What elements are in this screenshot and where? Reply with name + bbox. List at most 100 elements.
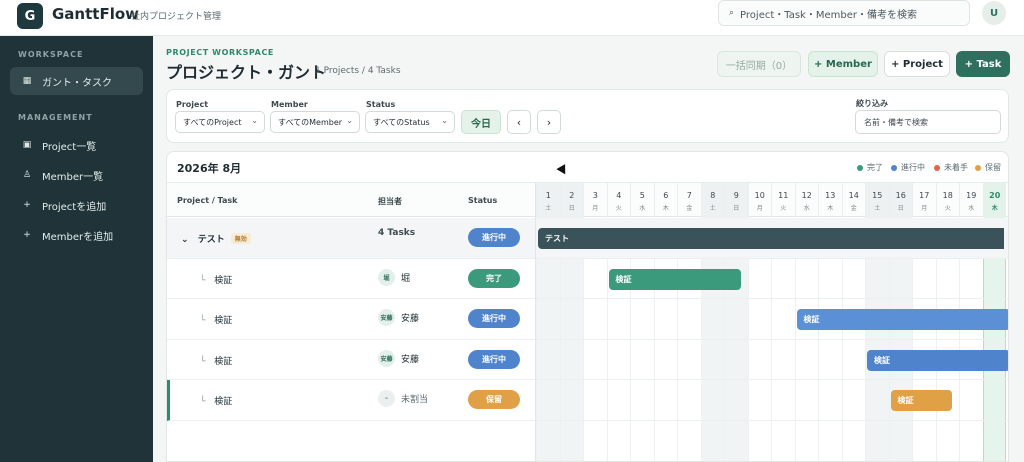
sidebar-item-project-list[interactable]: ▣ Project一覧 [10,131,143,159]
day-weekday: 月 [756,205,763,212]
row-title: 検証 [214,397,233,407]
sidebar-item-add-project[interactable]: + Projectを追加 [10,191,143,219]
day-header-2: 2日 [559,183,583,218]
sidebar-item-member-list[interactable]: ♙ Member一覧 [10,161,143,189]
row-name-cell: └ 検証 [200,313,232,326]
legend-on-hold: 保留 [975,162,1001,173]
day-number: 3 [592,191,598,200]
task-row[interactable]: └ 検証 堀堀 完了 [167,259,1008,299]
day-weekday: 月 [921,205,928,212]
assignee-name: 堀 [401,273,411,284]
table-divider [535,182,536,461]
add-project-button[interactable]: + Project [884,51,950,77]
day-header-14: 14 金 [841,183,866,218]
row-title: テスト [197,235,225,245]
status-pill[interactable]: 完了 [468,268,520,288]
dot-icon [934,164,940,171]
day-number: 9 [733,191,739,200]
subtask-branch-icon: └ [200,275,209,286]
day-weekday: 日 [897,205,904,212]
gantt-bar[interactable]: 検証 [796,309,1008,330]
day-weekday: 日 [733,205,740,212]
assignee-name: 安藤 [401,354,420,365]
legend-in-progress: 進行中 [891,162,925,173]
dot-icon [891,164,897,171]
status-badge: 無効 [230,233,251,244]
user-avatar[interactable]: U [982,1,1006,25]
day-weekday: 金 [686,205,693,212]
day-header-17: 17 月 [912,183,936,218]
sidebar-item-label: Memberを追加 [42,231,114,243]
day-number: 8 [710,191,716,200]
avatar: 安藤 [378,309,395,326]
row-name-cell: ⌄ テスト 無効 [181,232,251,245]
day-header-18: 18 火 [935,183,960,218]
day-number: 18 [942,191,953,200]
day-weekday: 火 [615,205,622,212]
day-weekday: 水 [968,205,975,212]
task-row[interactable]: └ 検証 – 未割当 保留 [167,380,1008,421]
status-pill[interactable]: 進行中 [468,349,520,369]
dot-icon [975,164,981,171]
day-weekday: 火 [944,205,951,212]
assignee-cell: – 未割当 [378,390,428,407]
sidebar-section-workspace: WORKSPACE [18,50,84,59]
bulk-sync-button[interactable]: 一括同期（0） [717,51,801,77]
day-weekday: 土 [545,205,552,212]
status-filter-label: Status [366,100,396,109]
next-period-button[interactable]: › [537,110,561,134]
day-header-16: 16 日 [888,183,912,218]
day-header-9: 9日 [724,183,748,218]
member-filter-value: すべてのMember [278,117,343,127]
status-pill[interactable]: 保留 [468,390,520,409]
global-search-input[interactable]: ⌕ Project・Task・Member・備考を検索 [718,0,970,26]
add-task-button[interactable]: + Task [956,51,1010,77]
day-weekday: 水 [639,205,646,212]
day-number: 15 [872,191,883,200]
dot-icon [857,164,863,171]
day-weekday: 水 [803,205,810,212]
chevron-down-icon[interactable]: ⌄ [181,235,192,245]
sidebar-item-label: Member一覧 [42,171,104,183]
day-header-11: 11 火 [771,183,795,218]
today-button[interactable]: 今日 [461,110,501,134]
legend-label: 未着手 [944,163,968,172]
narrow-search-input[interactable]: 名前・備考で検索 [855,110,1001,134]
app-logo[interactable]: G [17,3,43,29]
member-filter-select[interactable]: すべてのMember ⌄ [270,111,360,133]
day-number: 11 [778,191,789,200]
gantt-bar[interactable]: 検証 [608,268,741,290]
chevron-left-icon: ‹ [516,115,522,129]
day-number: 4 [616,191,622,200]
assignee-cell: 4 Tasks [378,228,415,238]
chevron-down-icon: ⌄ [441,116,448,125]
day-header-15: 15 土 [865,183,889,218]
day-weekday: 火 [780,205,787,212]
column-header-status: Status [468,196,498,205]
gantt-bar[interactable]: 検証 [890,390,953,411]
prev-period-button[interactable]: ‹ [507,110,531,134]
day-weekday: 木 [827,205,834,212]
project-filter-select[interactable]: すべてのProject ⌄ [175,111,265,133]
gantt-bar[interactable]: 検証 [867,349,1008,371]
add-member-button[interactable]: + Member [808,51,878,77]
status-pill[interactable]: 進行中 [468,309,520,328]
sidebar-item-gantt-task[interactable]: ▦ ガント・タスク [10,67,143,95]
day-header-8: 8土 [700,183,724,218]
day-number: 5 [639,191,645,200]
day-weekday: 木 [662,205,669,212]
sidebar-item-add-member[interactable]: + Memberを追加 [10,221,143,249]
row-title: 検証 [214,316,233,326]
gantt-bar[interactable]: テスト [538,228,1004,249]
day-header-7: 7金 [677,183,701,218]
subtask-branch-icon: └ [200,316,209,326]
day-number: 7 [686,191,692,200]
day-header-13: 13 木 [818,183,842,218]
column-header-task: Project / Task [177,196,238,205]
gantt-chart: 2026年 8月 完了 進行中 未着手 保留 Project / Task 担当… [166,151,1009,462]
status-pill[interactable]: 進行中 [468,228,520,247]
status-filter-select[interactable]: すべてのStatus ⌄ [365,111,455,133]
legend-label: 保留 [985,163,1001,172]
day-number: 1 [545,191,551,200]
day-header-3: 3月 [583,183,607,218]
